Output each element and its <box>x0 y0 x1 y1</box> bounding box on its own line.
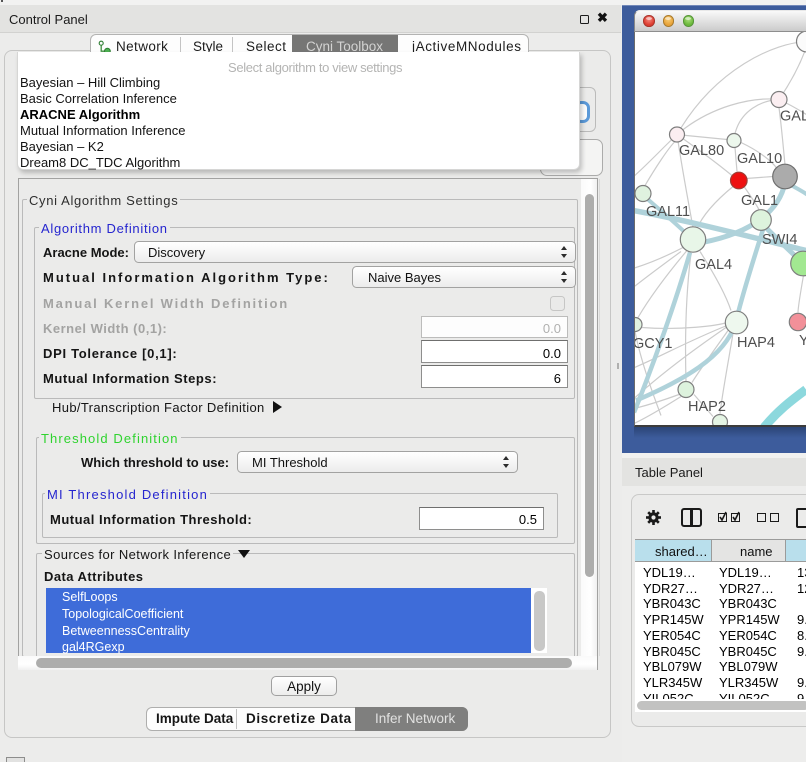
svg-text:Y: Y <box>799 333 806 349</box>
svg-text:GCY1: GCY1 <box>635 336 673 352</box>
svg-text:GAL2: GAL2 <box>780 108 806 124</box>
svg-text:HAP2: HAP2 <box>688 399 726 415</box>
svg-text:GAL10: GAL10 <box>737 151 782 167</box>
svg-text:GAL4: GAL4 <box>695 257 732 273</box>
svg-text:GAL1: GAL1 <box>741 193 778 209</box>
svg-text:GAL80: GAL80 <box>679 143 724 159</box>
svg-text:GAL11: GAL11 <box>646 204 690 220</box>
svg-text:SWI4: SWI4 <box>762 232 797 248</box>
svg-text:HAP4: HAP4 <box>737 335 775 351</box>
